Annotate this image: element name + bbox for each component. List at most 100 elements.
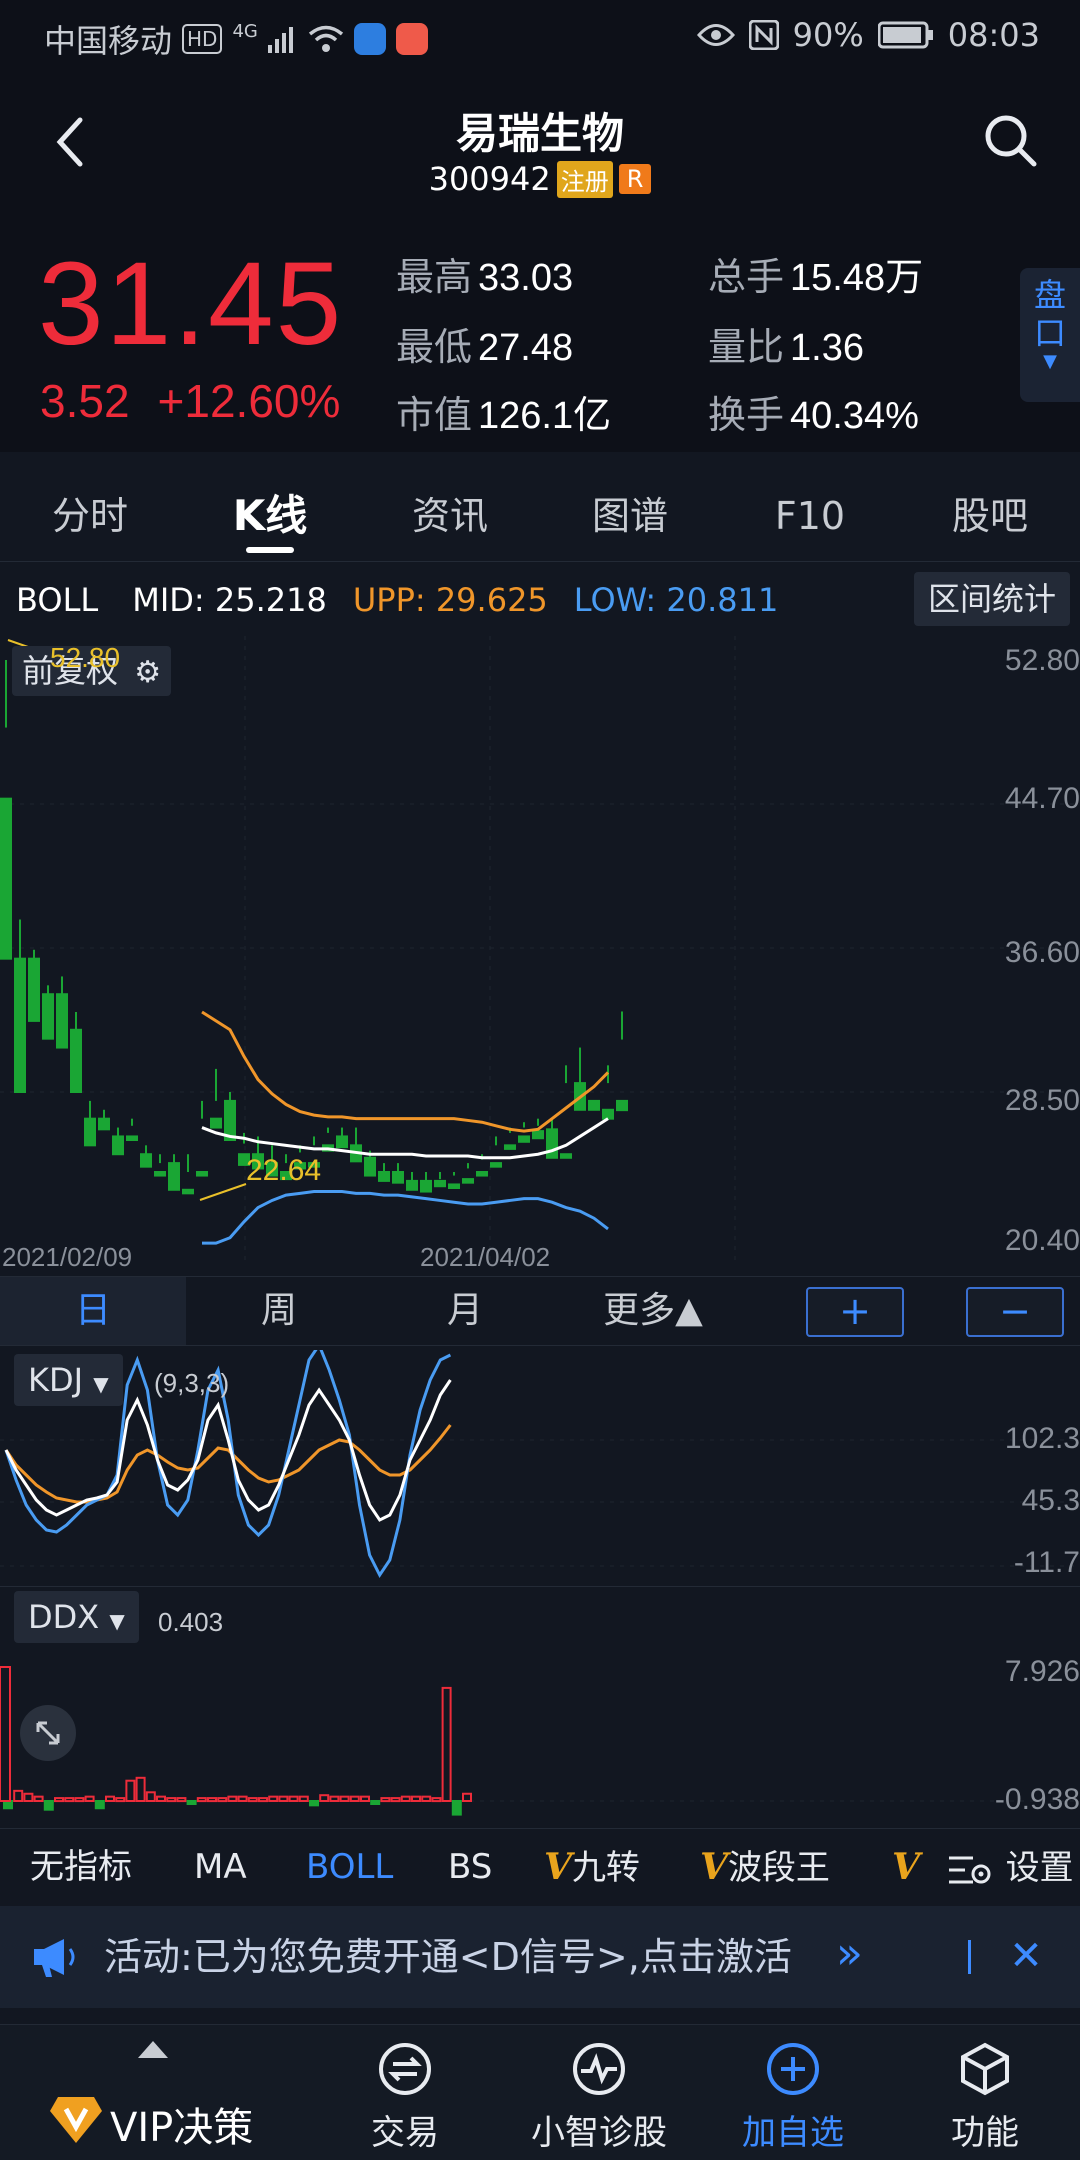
candle-body — [392, 1171, 404, 1184]
promo-banner[interactable]: 活动:已为您免费开通<D信号>,点击激活 » ✕ — [0, 1906, 1080, 2008]
tab-chart-map[interactable]: 图谱 — [540, 470, 720, 561]
promo-text: 活动:已为您免费开通<D信号>,点击激活 — [104, 1935, 792, 1979]
caret-down-icon: ▼ — [109, 1609, 125, 1633]
change-percent: +12.60% — [157, 375, 341, 427]
tab-timeshare[interactable]: 分时 — [0, 470, 180, 561]
period-day[interactable]: 日 — [0, 1277, 186, 1345]
close-icon[interactable]: ✕ — [1006, 1936, 1046, 1976]
candle-body — [616, 1099, 628, 1112]
indicator-bs[interactable]: BS — [448, 1829, 492, 1905]
ddx-bar — [196, 1797, 207, 1803]
candle-body — [0, 797, 12, 960]
indicator-ma[interactable]: MA — [194, 1829, 247, 1905]
app-notification-icon-2 — [395, 23, 428, 55]
range-stats-button[interactable]: 区间统计 — [913, 572, 1070, 626]
divider — [968, 1940, 971, 1974]
ddx-bar — [431, 1797, 442, 1803]
ddx-value: 0.403 — [158, 1607, 224, 1637]
nav-diagnose-label: 小智诊股 — [531, 2113, 667, 2153]
period-more[interactable]: 更多▲ — [558, 1277, 748, 1345]
boll-low: LOW: 20.811 — [573, 581, 779, 619]
change-value: 3.52 — [40, 375, 130, 427]
ddx-panel: DDX ▼ 0.403 7.926 -0.938 — [0, 1586, 1080, 1818]
ddx-bar — [94, 1800, 105, 1810]
ddx-bar — [186, 1800, 197, 1805]
zoom-in-button[interactable]: + — [806, 1287, 904, 1337]
indicator-wave-king[interactable]: V波段王 — [700, 1829, 830, 1906]
ddx-bar — [462, 1792, 472, 1802]
candle-body — [504, 1144, 516, 1150]
boll-legend: BOLL MID: 25.218 UPP: 29.625 LOW: 20.811… — [0, 566, 1080, 634]
ddx-bar — [400, 1795, 411, 1802]
y-tick: 36.60 — [1004, 936, 1080, 969]
candle-body — [602, 1108, 614, 1120]
pankou-label: 盘口 — [1034, 276, 1067, 352]
vip-decision-button[interactable]: VIP决策 — [0, 2025, 300, 2160]
zoom-out-button[interactable]: − — [966, 1287, 1064, 1337]
indicator-nine-turn[interactable]: V九转 — [544, 1829, 640, 1906]
boll-low-line — [202, 1190, 609, 1245]
stock-header: 易瑞生物 300942 注册 R — [0, 72, 1080, 212]
battery-percent: 90% — [792, 16, 864, 54]
tab-f10[interactable]: F10 — [720, 470, 900, 561]
ddx-bar — [421, 1795, 432, 1802]
vip-diamond-icon — [50, 2097, 102, 2143]
boll-upp: UPP: 29.625 — [352, 581, 548, 619]
nav-diagnose[interactable]: 小智诊股 — [504, 2025, 694, 2160]
volume-field: 总手 15.48万 — [708, 255, 924, 299]
candle-body — [98, 1117, 110, 1131]
caret-down-icon: ▼ — [1043, 351, 1057, 372]
kdj-selector[interactable]: KDJ ▼ — [14, 1354, 123, 1406]
network-label: 4G — [232, 20, 258, 42]
candle-body — [448, 1183, 460, 1190]
kdj-params: (9,3,3) — [154, 1368, 230, 1398]
nav-add-label: 加自选 — [742, 2113, 844, 2153]
tab-kline[interactable]: K线 — [180, 470, 360, 561]
indicator-settings[interactable]: V 设置 — [892, 1829, 1074, 1906]
ddx-bar-first — [0, 1666, 11, 1802]
candle-body — [518, 1135, 530, 1143]
ddx-bar — [441, 1686, 452, 1802]
ddx-bar — [156, 1795, 166, 1802]
expand-icon[interactable] — [20, 1705, 76, 1761]
kline-chart[interactable]: 前复权 ⚙ 52.80 44.70 36.60 28.50 20.40 2021… — [0, 636, 1080, 1276]
tab-news[interactable]: 资讯 — [360, 470, 540, 561]
ddx-bar — [135, 1776, 146, 1803]
price-change: 3.52 +12.60% — [40, 374, 368, 428]
x-tick: 2021/02/09 — [2, 1242, 133, 1272]
carrier-label: 中国移动 — [44, 22, 173, 60]
nav-add-watchlist[interactable]: 加自选 — [698, 2025, 888, 2160]
ddx-bar — [278, 1795, 289, 1802]
indicator-boll[interactable]: BOLL — [306, 1829, 393, 1905]
search-icon[interactable] — [980, 110, 1040, 170]
ddx-selector[interactable]: DDX ▼ — [14, 1591, 139, 1643]
candle-body — [406, 1179, 418, 1191]
caret-down-icon: ▼ — [93, 1372, 109, 1396]
x-tick: 2021/04/02 — [420, 1242, 551, 1272]
ddx-bar — [227, 1795, 238, 1802]
ddx-y-tick: 7.926 — [1004, 1655, 1080, 1688]
ddx-bar — [43, 1800, 54, 1811]
candle-body — [70, 1028, 82, 1093]
tab-forum[interactable]: 股吧 — [900, 470, 1080, 561]
kdj-y-tick: -11.7 — [1013, 1546, 1080, 1579]
candle-body — [588, 1099, 600, 1111]
nav-function[interactable]: 功能 — [890, 2025, 1080, 2160]
period-week[interactable]: 周 — [186, 1277, 372, 1345]
low-marker: 22.64 — [246, 1154, 322, 1187]
pankou-button[interactable]: 盘口 ▼ — [1020, 268, 1080, 402]
ddx-bar — [74, 1797, 85, 1803]
period-month[interactable]: 月 — [372, 1277, 558, 1345]
cube-icon — [961, 2042, 1009, 2096]
indicator-none[interactable]: 无指标 — [30, 1829, 132, 1905]
app-notification-icon — [353, 23, 386, 55]
clock: 08:03 — [947, 16, 1040, 54]
wifi-icon — [308, 25, 343, 52]
candle-body — [154, 1171, 166, 1177]
ddx-bar — [339, 1795, 350, 1802]
candle-body — [532, 1130, 544, 1140]
ddx-bar — [268, 1795, 279, 1802]
nav-trade[interactable]: 交易 — [310, 2025, 500, 2160]
status-bar: 中国移动 HD 4G 90% 08:03 — [0, 0, 1080, 72]
period-selector: 日 周 月 更多▲ + − — [0, 1276, 1080, 1346]
